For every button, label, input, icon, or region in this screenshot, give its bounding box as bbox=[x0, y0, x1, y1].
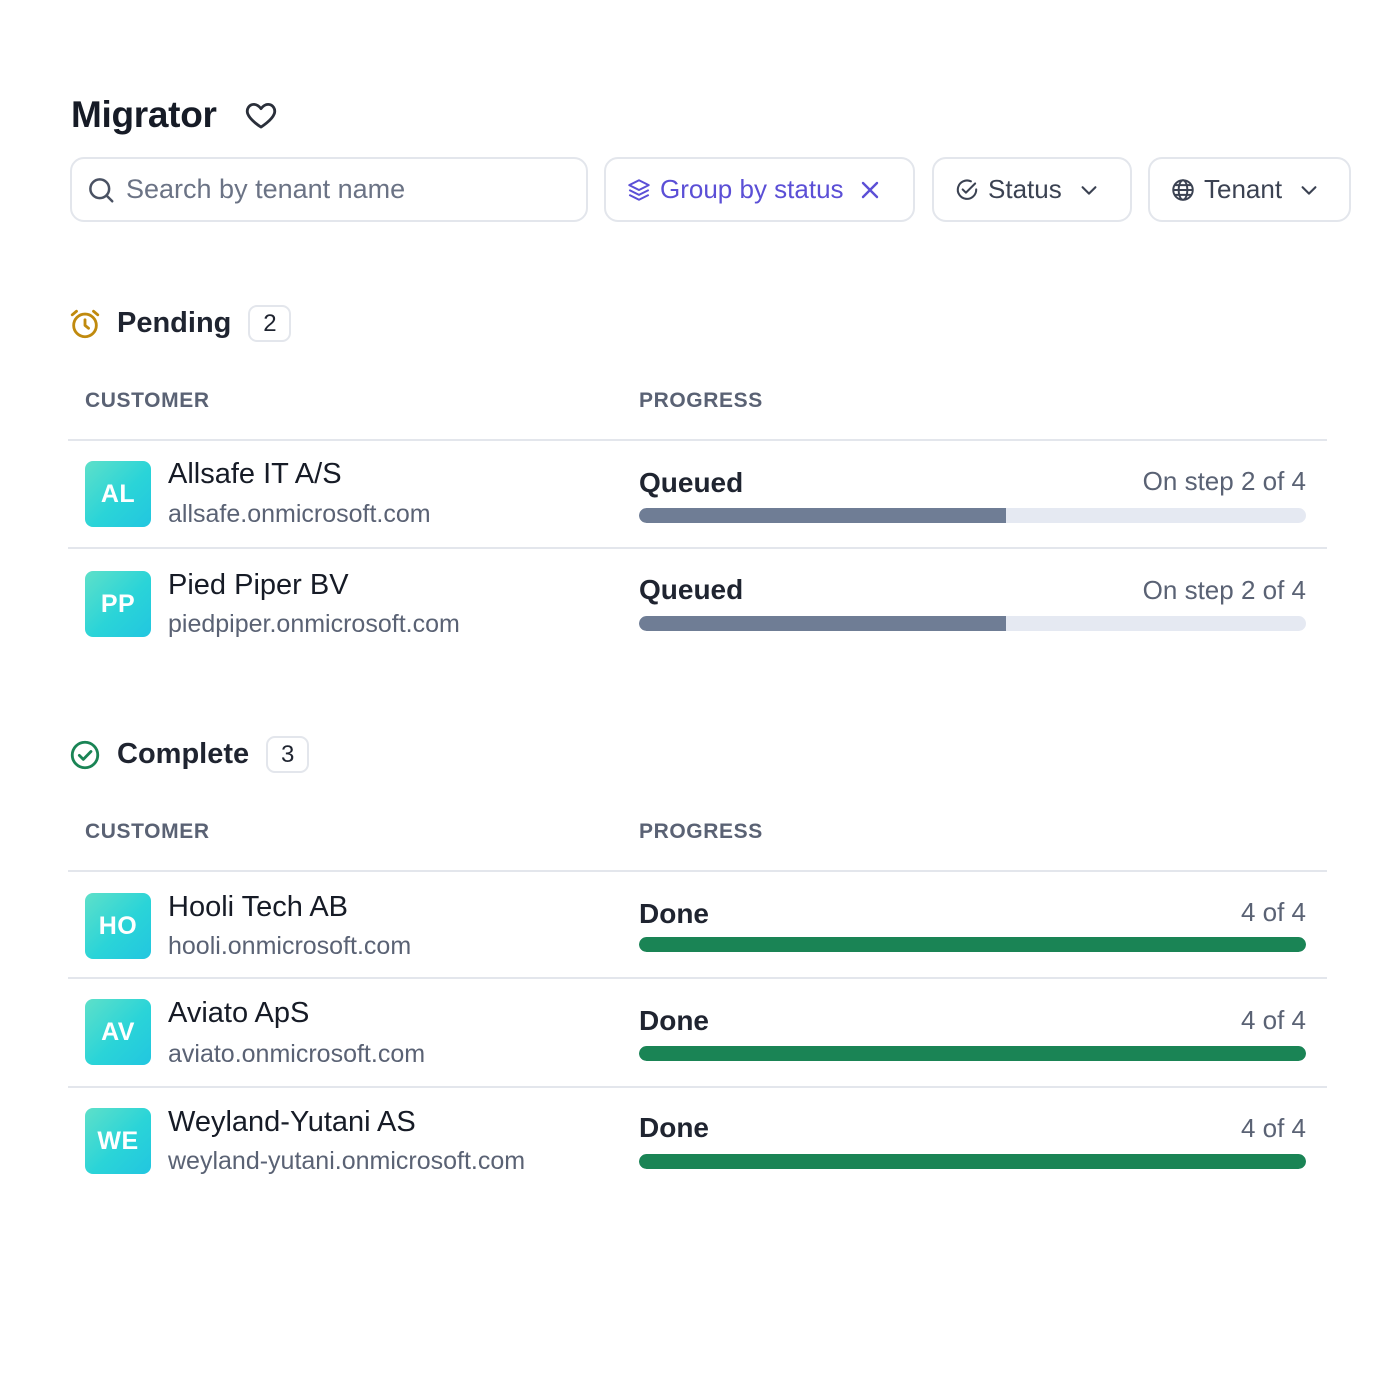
column-header-customer[interactable]: CUSTOMER bbox=[85, 389, 210, 413]
progress-bar bbox=[639, 1046, 1306, 1061]
progress-bar bbox=[639, 508, 1306, 523]
table-row[interactable]: AL Allsafe IT A/S allsafe.onmicrosoft.co… bbox=[68, 441, 1327, 548]
progress-step: On step 2 of 4 bbox=[1142, 466, 1306, 496]
page-title: Migrator bbox=[71, 94, 217, 135]
progress-bar bbox=[639, 616, 1306, 631]
progress-status: Done bbox=[639, 1005, 709, 1036]
status-filter-label: Status bbox=[988, 174, 1062, 204]
progress-status: Queued bbox=[639, 574, 744, 605]
avatar: HO bbox=[85, 893, 151, 959]
tenant-filter-label: Tenant bbox=[1204, 174, 1283, 204]
tenant-filter-dropdown[interactable]: Tenant bbox=[1148, 157, 1351, 222]
clear-group-button[interactable] bbox=[858, 178, 882, 202]
progress-bar-fill bbox=[639, 1154, 1306, 1169]
column-header-progress[interactable]: PROGRESS bbox=[639, 820, 763, 844]
customer-name: Allsafe IT A/S bbox=[168, 458, 342, 490]
customer-name: Hooli Tech AB bbox=[168, 891, 349, 923]
table-row[interactable]: WE Weyland-Yutani AS weyland-yutani.onmi… bbox=[68, 1088, 1327, 1195]
customer-domain: piedpiper.onmicrosoft.com bbox=[168, 610, 460, 638]
alarm-clock-icon bbox=[68, 307, 102, 341]
customer-domain: aviato.onmicrosoft.com bbox=[168, 1040, 426, 1068]
progress-bar-fill bbox=[639, 616, 1006, 631]
customer-domain: weyland-yutani.onmicrosoft.com bbox=[168, 1147, 526, 1175]
search-input[interactable] bbox=[126, 174, 566, 205]
group-count-badge: 3 bbox=[266, 736, 310, 773]
avatar: AL bbox=[85, 461, 151, 527]
progress-bar-fill bbox=[639, 508, 1006, 523]
chevron-down-icon bbox=[1298, 179, 1320, 201]
customer-domain: hooli.onmicrosoft.com bbox=[168, 932, 412, 960]
group-title: Complete bbox=[117, 738, 250, 770]
progress-step: 4 of 4 bbox=[1240, 1113, 1306, 1143]
progress-bar-fill bbox=[639, 1046, 1306, 1061]
progress-status: Done bbox=[639, 1112, 709, 1143]
progress-step: On step 2 of 4 bbox=[1142, 575, 1306, 605]
table-row[interactable]: AV Aviato ApS aviato.onmicrosoft.com Don… bbox=[68, 979, 1327, 1086]
group-by-label: Group by status bbox=[660, 174, 844, 204]
progress-status: Queued bbox=[639, 467, 744, 498]
group-count-badge: 2 bbox=[248, 305, 292, 342]
search-icon bbox=[89, 177, 114, 202]
customer-name: Aviato ApS bbox=[168, 997, 310, 1029]
page-header: Migrator bbox=[71, 94, 279, 136]
column-header-progress[interactable]: PROGRESS bbox=[639, 389, 763, 413]
customer-domain: allsafe.onmicrosoft.com bbox=[168, 500, 431, 528]
customer-name: Weyland-Yutani AS bbox=[168, 1106, 416, 1138]
table-row[interactable]: PP Pied Piper BV piedpiper.onmicrosoft.c… bbox=[68, 549, 1327, 656]
check-circle-icon bbox=[68, 738, 102, 772]
progress-step: 4 of 4 bbox=[1240, 897, 1306, 927]
chevron-down-icon bbox=[1078, 179, 1100, 201]
search-field[interactable] bbox=[70, 157, 588, 222]
check-circle-icon bbox=[956, 178, 978, 200]
column-header-customer[interactable]: CUSTOMER bbox=[85, 820, 210, 844]
progress-step: 4 of 4 bbox=[1240, 1005, 1306, 1035]
progress-bar-fill bbox=[639, 937, 1306, 952]
heart-icon bbox=[245, 102, 276, 129]
progress-status: Done bbox=[639, 898, 709, 929]
avatar: PP bbox=[85, 571, 151, 637]
avatar: WE bbox=[85, 1108, 151, 1174]
close-icon bbox=[861, 181, 878, 198]
avatar: AV bbox=[85, 999, 151, 1065]
group-title: Pending bbox=[117, 307, 232, 339]
status-filter-dropdown[interactable]: Status bbox=[932, 157, 1132, 222]
group-by-status-chip[interactable]: Group by status bbox=[604, 157, 915, 222]
globe-icon bbox=[1172, 178, 1194, 201]
layers-icon bbox=[628, 178, 650, 201]
table-row[interactable]: HO Hooli Tech AB hooli.onmicrosoft.com D… bbox=[68, 872, 1327, 979]
customer-name: Pied Piper BV bbox=[168, 569, 349, 601]
progress-bar bbox=[639, 937, 1306, 952]
favorite-button[interactable] bbox=[243, 97, 279, 133]
complete-group-header[interactable]: Complete 3 bbox=[68, 736, 310, 773]
pending-group-header[interactable]: Pending 2 bbox=[68, 305, 292, 342]
progress-bar bbox=[639, 1154, 1306, 1169]
filter-bar: Group by status Status Tenant bbox=[70, 157, 1351, 222]
